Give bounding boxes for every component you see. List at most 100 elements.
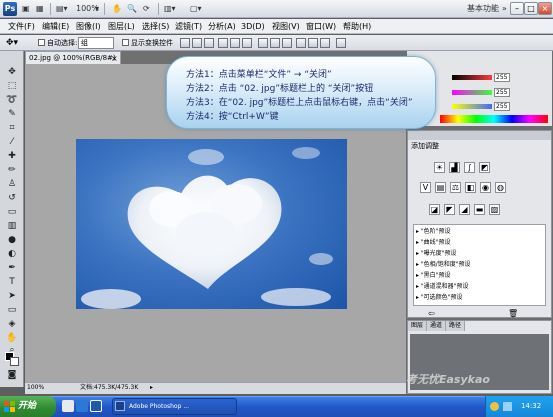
tab-channels[interactable]: 通道 bbox=[427, 321, 447, 331]
background-color-swatch[interactable] bbox=[10, 357, 19, 366]
panel-trash-icon[interactable]: 🗑 bbox=[508, 309, 518, 318]
preset-selective-color[interactable]: ▸ "可选颜色"预设 bbox=[416, 293, 544, 303]
threshold-icon[interactable]: ◢ bbox=[459, 204, 470, 215]
panel-footer-icon[interactable]: ⇦ bbox=[428, 309, 435, 318]
menu-filter[interactable]: 滤镜(T) bbox=[173, 19, 204, 34]
distribute-vcenter-icon[interactable] bbox=[270, 38, 280, 48]
blur-icon[interactable]: ● bbox=[6, 234, 18, 246]
auto-select-dropdown[interactable]: 组 bbox=[78, 37, 114, 49]
move-icon[interactable]: ✥ bbox=[6, 66, 18, 78]
marquee-icon[interactable]: ⬚ bbox=[6, 80, 18, 92]
3d-rotate-icon[interactable]: ◈ bbox=[6, 318, 18, 330]
selective-color-icon[interactable]: ▨ bbox=[489, 204, 500, 215]
workspace-dropdown-icon[interactable]: » bbox=[502, 3, 507, 15]
red-value[interactable]: 255 bbox=[494, 73, 510, 82]
brightness-contrast-icon[interactable]: ☀ bbox=[434, 162, 445, 173]
green-value[interactable]: 255 bbox=[494, 88, 510, 97]
blue-slider[interactable] bbox=[452, 104, 492, 109]
minimize-button[interactable]: – bbox=[510, 2, 524, 15]
taskbar-photoshop-item[interactable]: Adobe Photoshop ... bbox=[112, 398, 237, 415]
auto-select-checkbox[interactable] bbox=[38, 39, 45, 46]
channel-mixer-icon[interactable]: ◍ bbox=[495, 182, 506, 193]
distribute-right-icon[interactable] bbox=[320, 38, 330, 48]
adjustments-panel-tabs[interactable] bbox=[408, 131, 551, 140]
preset-black-white[interactable]: ▸ "黑白"预设 bbox=[416, 271, 544, 281]
align-bottom-icon[interactable] bbox=[204, 38, 214, 48]
align-vcenter-icon[interactable] bbox=[192, 38, 202, 48]
green-slider[interactable] bbox=[452, 90, 492, 95]
quick-select-icon[interactable]: ✎ bbox=[6, 108, 18, 120]
menu-view[interactable]: 视图(V) bbox=[270, 19, 302, 34]
align-right-icon[interactable] bbox=[242, 38, 252, 48]
shape-icon[interactable]: ▭ bbox=[6, 304, 18, 316]
screen-mode-icon[interactable]: ▢▾ bbox=[190, 3, 202, 15]
move-tool-icon[interactable]: ✥▾ bbox=[6, 37, 18, 49]
menu-select[interactable]: 选择(S) bbox=[140, 19, 171, 34]
blue-value[interactable]: 255 bbox=[494, 102, 510, 111]
auto-align-icon[interactable] bbox=[336, 38, 346, 48]
red-slider[interactable] bbox=[452, 75, 492, 80]
gradient-icon[interactable]: ▥ bbox=[6, 220, 18, 232]
distribute-bottom-icon[interactable] bbox=[282, 38, 292, 48]
levels-icon[interactable]: ▟ bbox=[449, 162, 460, 173]
healing-brush-icon[interactable]: ✚ bbox=[6, 150, 18, 162]
align-hcenter-icon[interactable] bbox=[230, 38, 240, 48]
history-brush-icon[interactable]: ↺ bbox=[6, 192, 18, 204]
preset-curves[interactable]: ▸ "曲线"预设 bbox=[416, 238, 544, 248]
vibrance-icon[interactable]: V bbox=[420, 182, 431, 193]
distribute-hcenter-icon[interactable] bbox=[308, 38, 318, 48]
eyedropper-icon[interactable]: ⁄ bbox=[6, 136, 18, 148]
tray-network-icon[interactable] bbox=[503, 402, 512, 411]
preset-levels[interactable]: ▸ "色阶"预设 bbox=[416, 227, 544, 237]
crop-icon[interactable]: ⌗ bbox=[6, 122, 18, 134]
tray-notification-icon[interactable] bbox=[490, 402, 499, 411]
exposure-icon[interactable]: ◩ bbox=[479, 162, 490, 173]
lasso-icon[interactable]: ➰ bbox=[6, 94, 18, 106]
hand-tool-icon[interactable]: ✋ bbox=[112, 3, 122, 15]
preset-hue-saturation[interactable]: ▸ "色相/饱和度"预设 bbox=[416, 260, 544, 270]
distribute-left-icon[interactable] bbox=[296, 38, 306, 48]
invert-icon[interactable]: ◪ bbox=[429, 204, 440, 215]
maximize-button[interactable]: □ bbox=[524, 2, 538, 15]
status-zoom[interactable]: 100% bbox=[27, 383, 44, 393]
document-close-button[interactable]: × bbox=[111, 53, 118, 64]
clone-stamp-icon[interactable]: ♙ bbox=[6, 178, 18, 190]
zoom-tool-icon[interactable]: 🔍 bbox=[127, 3, 137, 15]
hue-saturation-icon[interactable]: ▤ bbox=[435, 182, 446, 193]
ie-icon[interactable] bbox=[76, 400, 88, 412]
arrange-documents-icon[interactable]: ▥▾ bbox=[164, 3, 176, 15]
view-extras-icon[interactable]: ▤▾ bbox=[56, 3, 68, 15]
mini-bridge-icon[interactable]: ▦ bbox=[36, 3, 44, 15]
workspace-switcher[interactable]: 基本功能 bbox=[467, 3, 499, 15]
distribute-top-icon[interactable] bbox=[258, 38, 268, 48]
menu-help[interactable]: 帮助(H) bbox=[341, 19, 373, 34]
tab-paths[interactable]: 路径 bbox=[446, 321, 466, 331]
color-balance-icon[interactable]: ⚖ bbox=[450, 182, 461, 193]
gradient-map-icon[interactable]: ▬ bbox=[474, 204, 485, 215]
menu-file[interactable]: 文件(F) bbox=[6, 19, 37, 34]
type-icon[interactable]: T bbox=[6, 276, 18, 288]
curves-icon[interactable]: ∫ bbox=[464, 162, 475, 173]
preset-channel-mixer[interactable]: ▸ "通道混和器"预设 bbox=[416, 282, 544, 292]
black-white-icon[interactable]: ◧ bbox=[465, 182, 476, 193]
rotate-view-icon[interactable]: ⟳ bbox=[143, 3, 150, 15]
preset-exposure[interactable]: ▸ "曝光度"预设 bbox=[416, 249, 544, 259]
menu-edit[interactable]: 编辑(E) bbox=[40, 19, 71, 34]
document-tab[interactable]: 02.jpg @ 100%(RGB/8#) × bbox=[25, 51, 121, 64]
show-desktop-icon[interactable] bbox=[62, 400, 74, 412]
posterize-icon[interactable]: ◤ bbox=[444, 204, 455, 215]
bridge-icon[interactable]: ▣ bbox=[22, 3, 30, 15]
tab-layers[interactable]: 图层 bbox=[408, 321, 428, 331]
menu-3d[interactable]: 3D(D) bbox=[239, 19, 267, 34]
color-ramp[interactable] bbox=[440, 115, 548, 123]
brush-icon[interactable]: ✏ bbox=[6, 164, 18, 176]
menu-image[interactable]: 图像(I) bbox=[74, 19, 103, 34]
menu-layer[interactable]: 图层(L) bbox=[106, 19, 137, 34]
photo-filter-icon[interactable]: ◉ bbox=[480, 182, 491, 193]
align-left-icon[interactable] bbox=[218, 38, 228, 48]
quick-mask-icon[interactable]: ◙ bbox=[6, 369, 18, 381]
word-icon[interactable] bbox=[90, 400, 102, 412]
zoom-dropdown-icon[interactable]: ▾ bbox=[95, 3, 99, 15]
hand-icon[interactable]: ✋ bbox=[6, 332, 18, 344]
dodge-icon[interactable]: ◐ bbox=[6, 248, 18, 260]
